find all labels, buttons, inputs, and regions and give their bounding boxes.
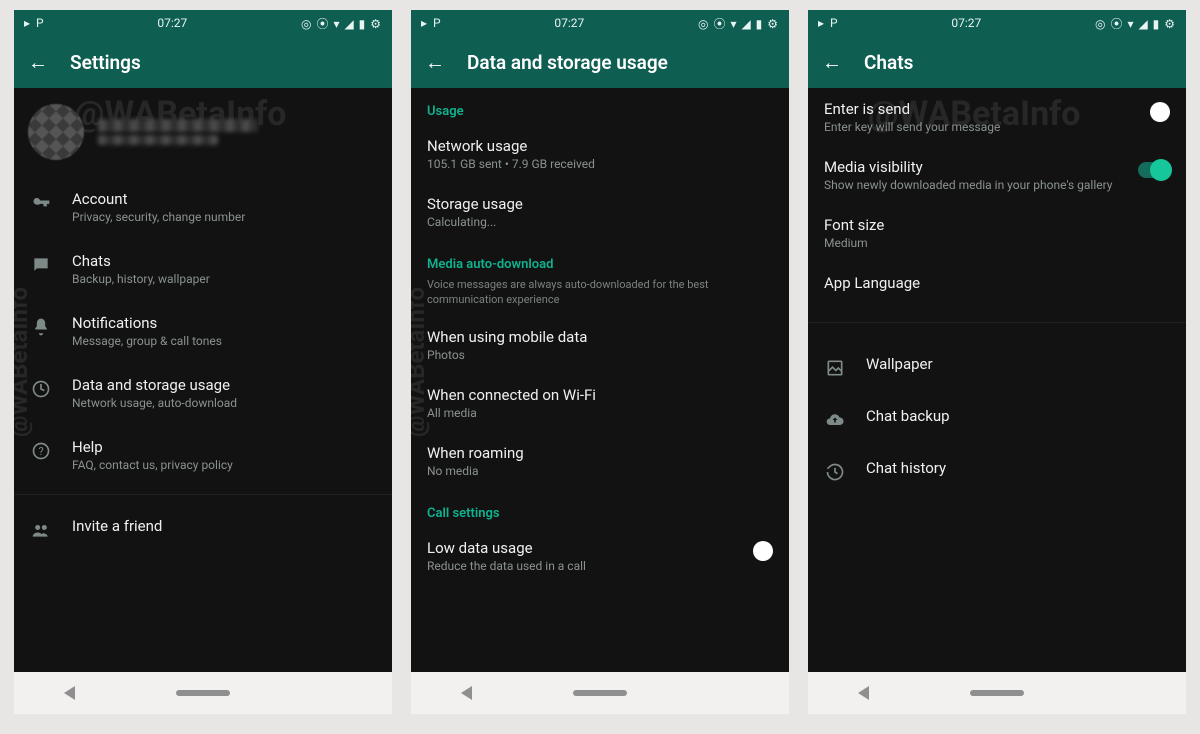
- status-bar: ▸P 07:27 ◎ ⦿ ▾ ◢ ▮ ⚙: [14, 10, 392, 36]
- nav-home-icon[interactable]: [176, 690, 230, 696]
- item-sub: Network usage, auto-download: [72, 396, 376, 410]
- nav-back-icon[interactable]: [461, 686, 472, 700]
- item-wallpaper[interactable]: Wallpaper: [808, 341, 1186, 393]
- chat-icon: [30, 254, 52, 276]
- item-title: Invite a friend: [72, 517, 376, 535]
- item-sub: Privacy, security, change number: [72, 210, 376, 224]
- nav-bar: [411, 672, 789, 714]
- toggle-media-visibility[interactable]: Media visibility Show newly downloaded m…: [808, 146, 1186, 204]
- toggle-low-data[interactable]: Low data usage Reduce the data used in a…: [411, 527, 789, 585]
- section-usage: Usage: [411, 88, 789, 125]
- key-icon: [30, 192, 52, 214]
- back-icon[interactable]: ←: [28, 50, 48, 75]
- nav-bar: [14, 672, 392, 714]
- profile-row[interactable]: [14, 88, 392, 176]
- item-wifi[interactable]: When connected on Wi-Fi All media: [411, 374, 789, 432]
- settings-item-notifications[interactable]: Notifications Message, group & call tone…: [14, 300, 392, 362]
- people-icon: [30, 519, 52, 541]
- item-title: Chats: [72, 252, 376, 270]
- item-title: Data and storage usage: [72, 376, 376, 394]
- section-call: Call settings: [411, 490, 789, 527]
- phone-data-storage: ▸P 07:27 ◎ ⦿ ▾ ◢ ▮ ⚙ ← Data and storage …: [411, 10, 789, 714]
- item-font-size[interactable]: Font size Medium: [808, 204, 1186, 262]
- item-mobile-data[interactable]: When using mobile data Photos: [411, 316, 789, 374]
- avatar: [28, 104, 84, 160]
- history-icon: [824, 461, 846, 483]
- status-bar: ▸P 07:27 ◎ ⦿ ▾ ◢ ▮ ⚙: [808, 10, 1186, 36]
- nav-home-icon[interactable]: [970, 690, 1024, 696]
- help-icon: ?: [30, 440, 52, 462]
- svg-text:?: ?: [38, 445, 43, 458]
- app-bar: ← Data and storage usage: [411, 36, 789, 88]
- settings-item-invite[interactable]: Invite a friend: [14, 503, 392, 555]
- item-title: Help: [72, 438, 376, 456]
- item-title: Account: [72, 190, 376, 208]
- item-sub: FAQ, contact us, privacy policy: [72, 458, 376, 472]
- status-time: 07:27: [554, 16, 584, 30]
- status-time: 07:27: [951, 16, 981, 30]
- status-bar: ▸P 07:27 ◎ ⦿ ▾ ◢ ▮ ⚙: [411, 10, 789, 36]
- nav-back-icon[interactable]: [858, 686, 869, 700]
- radio-off-icon[interactable]: [1150, 102, 1170, 122]
- section-media: Media auto-download: [411, 241, 789, 278]
- wallpaper-icon: [824, 357, 846, 379]
- app-bar: ← Settings: [14, 36, 392, 88]
- toggle-enter-send[interactable]: Enter is send Enter key will send your m…: [808, 88, 1186, 146]
- app-bar: ← Chats: [808, 36, 1186, 88]
- status-time: 07:27: [157, 16, 187, 30]
- settings-item-chats[interactable]: Chats Backup, history, wallpaper: [14, 238, 392, 300]
- switch-on-icon[interactable]: [1138, 162, 1170, 178]
- settings-item-data[interactable]: Data and storage usage Network usage, au…: [14, 362, 392, 424]
- settings-item-account[interactable]: Account Privacy, security, change number: [14, 176, 392, 238]
- item-chat-history[interactable]: Chat history: [808, 445, 1186, 497]
- back-icon[interactable]: ←: [425, 50, 445, 75]
- page-title: Settings: [70, 51, 141, 74]
- back-icon[interactable]: ←: [822, 50, 842, 75]
- item-roaming[interactable]: When roaming No media: [411, 432, 789, 490]
- item-network-usage[interactable]: Network usage 105.1 GB sent • 7.9 GB rec…: [411, 125, 789, 183]
- cloud-up-icon: [824, 409, 846, 431]
- nav-back-icon[interactable]: [64, 686, 75, 700]
- item-storage-usage[interactable]: Storage usage Calculating...: [411, 183, 789, 241]
- page-title: Chats: [864, 51, 913, 74]
- item-chat-backup[interactable]: Chat backup: [808, 393, 1186, 445]
- page-title: Data and storage usage: [467, 51, 668, 74]
- bell-icon: [30, 316, 52, 338]
- section-media-note: Voice messages are always auto-downloade…: [411, 278, 789, 316]
- item-sub: Backup, history, wallpaper: [72, 272, 376, 286]
- nav-bar: [808, 672, 1186, 714]
- item-sub: Message, group & call tones: [72, 334, 376, 348]
- nav-home-icon[interactable]: [573, 690, 627, 696]
- radio-off-icon[interactable]: [753, 541, 773, 561]
- settings-item-help[interactable]: ? Help FAQ, contact us, privacy policy: [14, 424, 392, 486]
- item-app-language[interactable]: App Language: [808, 262, 1186, 304]
- data-icon: [30, 378, 52, 400]
- phone-chats: ▸P 07:27 ◎ ⦿ ▾ ◢ ▮ ⚙ ← Chats @WABetaInfo…: [808, 10, 1186, 714]
- item-title: Notifications: [72, 314, 376, 332]
- phone-settings: ▸P 07:27 ◎ ⦿ ▾ ◢ ▮ ⚙ ← Settings @WABetaI…: [14, 10, 392, 714]
